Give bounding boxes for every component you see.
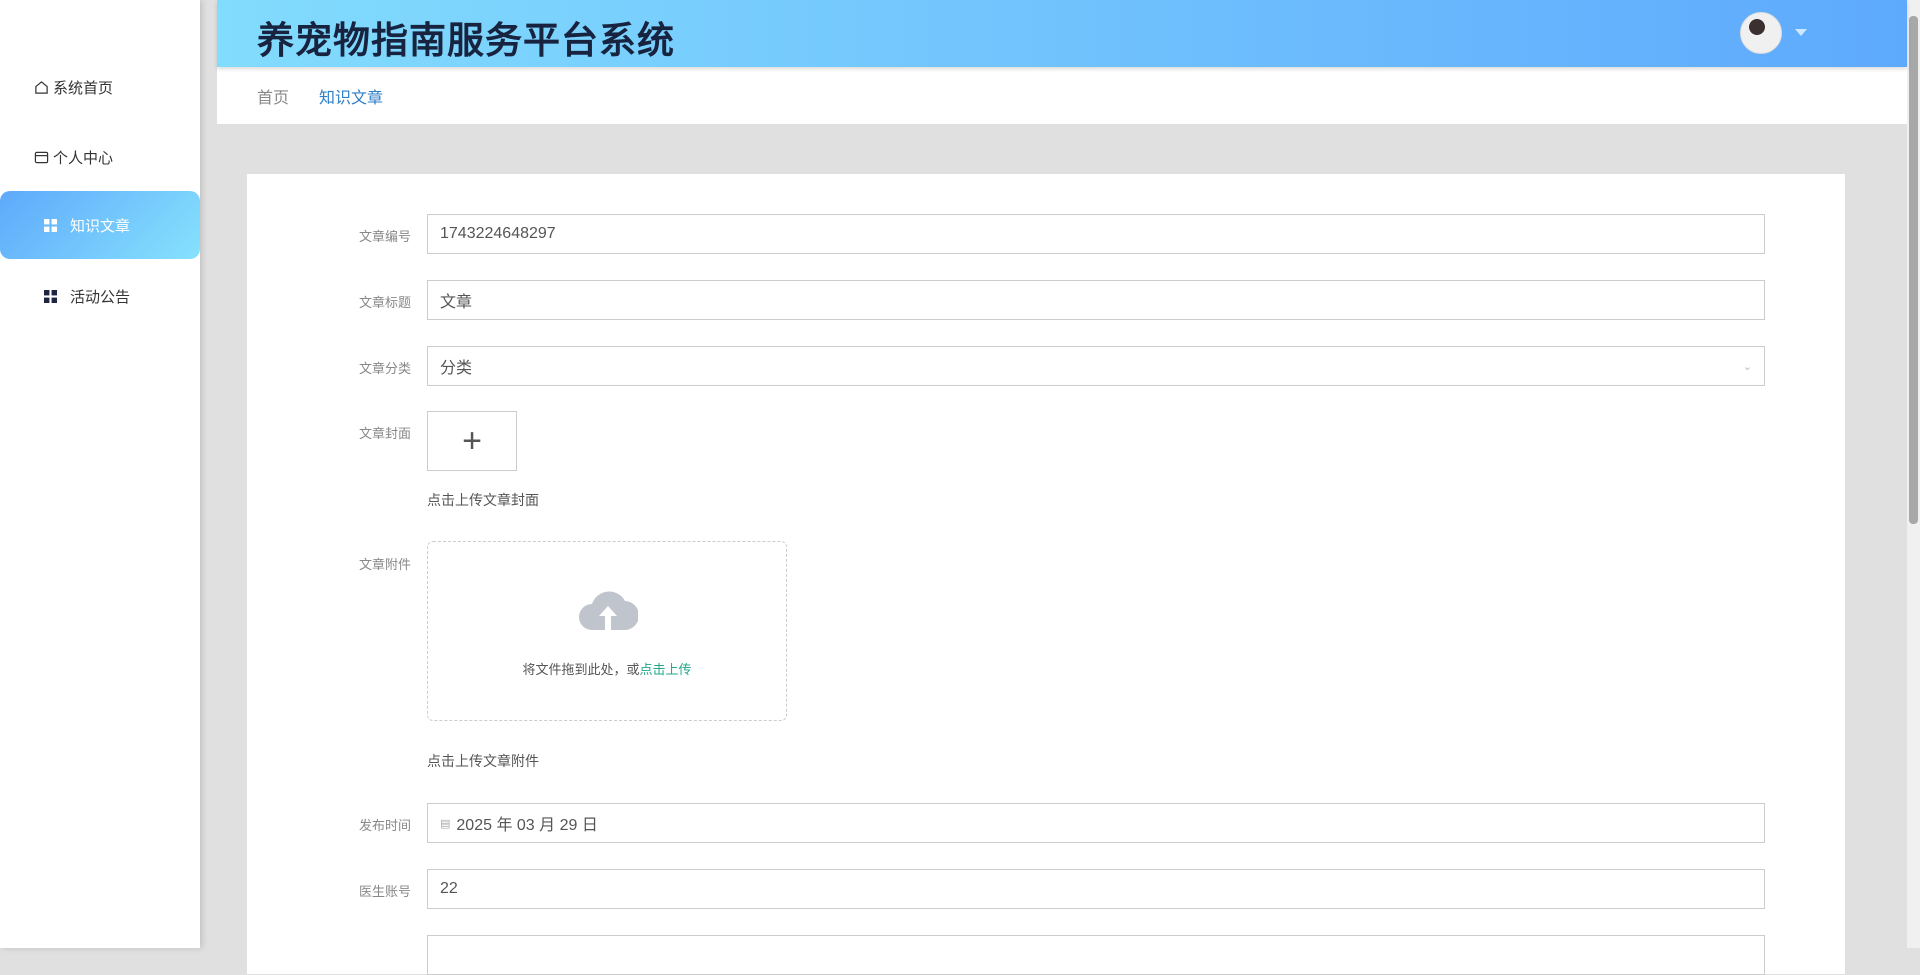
article-title-label: 文章标题: [358, 295, 411, 310]
article-form: 文章编号 1743224648297 文章标题 文章 文章分类 分类 ⌄ 文章封…: [247, 174, 1845, 975]
category-label: 文章分类: [358, 361, 411, 376]
article-no-label: 文章编号: [358, 229, 411, 244]
sidebar-item-label: 知识文章: [70, 217, 131, 235]
sidebar-item-label: 活动公告: [70, 288, 131, 306]
sidebar-item-profile[interactable]: 个人中心: [0, 123, 200, 191]
caret-down-icon[interactable]: [1795, 29, 1807, 36]
plus-icon: +: [462, 421, 482, 460]
publish-time-label: 发布时间: [358, 818, 411, 833]
article-title-input[interactable]: 文章: [427, 280, 1765, 320]
sidebar-item-label: 系统首页: [53, 79, 114, 97]
click-upload-link[interactable]: 点击上传: [640, 662, 692, 677]
doctor-account-label: 医生账号: [358, 884, 411, 899]
calendar-icon: ▤: [440, 817, 451, 830]
scrollbar[interactable]: [1907, 0, 1920, 948]
app-title: 养宠物指南服务平台系统: [257, 20, 675, 61]
cloud-upload-icon: [579, 591, 638, 631]
sidebar-item-articles[interactable]: 知识文章: [0, 191, 200, 259]
header: 养宠物指南服务平台系统: [217, 0, 1907, 67]
sidebar-item-label: 个人中心: [53, 149, 114, 167]
article-no-input[interactable]: 1743224648297: [427, 214, 1765, 254]
avatar[interactable]: [1740, 12, 1782, 54]
category-select[interactable]: 分类 ⌄: [427, 346, 1765, 386]
cover-hint: 点击上传文章封面: [427, 492, 539, 508]
grid-icon: [42, 288, 58, 304]
sidebar-item-announcements[interactable]: 活动公告: [0, 262, 200, 330]
breadcrumb: 首页 知识文章: [217, 67, 1907, 124]
doctor-account-input[interactable]: 22: [427, 869, 1765, 909]
breadcrumb-current: 知识文章: [319, 89, 384, 107]
grid-icon: [42, 217, 58, 233]
scrollbar-thumb[interactable]: [1909, 16, 1918, 524]
publish-time-input[interactable]: ▤ 2025 年 03 月 29 日: [427, 803, 1765, 843]
publish-time-value: 2025 年 03 月 29 日: [456, 817, 598, 834]
drop-text: 将文件拖到此处，或: [522, 662, 640, 677]
cover-upload-button[interactable]: +: [427, 411, 517, 471]
sidebar: 系统首页 个人中心 知识文章 活动公告: [0, 0, 200, 948]
attachment-label: 文章附件: [358, 557, 411, 572]
breadcrumb-home[interactable]: 首页: [257, 84, 289, 108]
category-value: 分类: [440, 360, 473, 377]
sidebar-item-home[interactable]: 系统首页: [0, 53, 200, 121]
cover-label: 文章封面: [358, 426, 411, 441]
next-field-input[interactable]: [427, 935, 1765, 975]
wallet-icon: [33, 149, 49, 165]
home-icon: [33, 79, 49, 95]
attachment-dropzone[interactable]: 将文件拖到此处，或点击上传: [427, 541, 787, 721]
chevron-down-icon: ⌄: [1742, 360, 1752, 373]
attachment-hint: 点击上传文章附件: [427, 753, 539, 769]
